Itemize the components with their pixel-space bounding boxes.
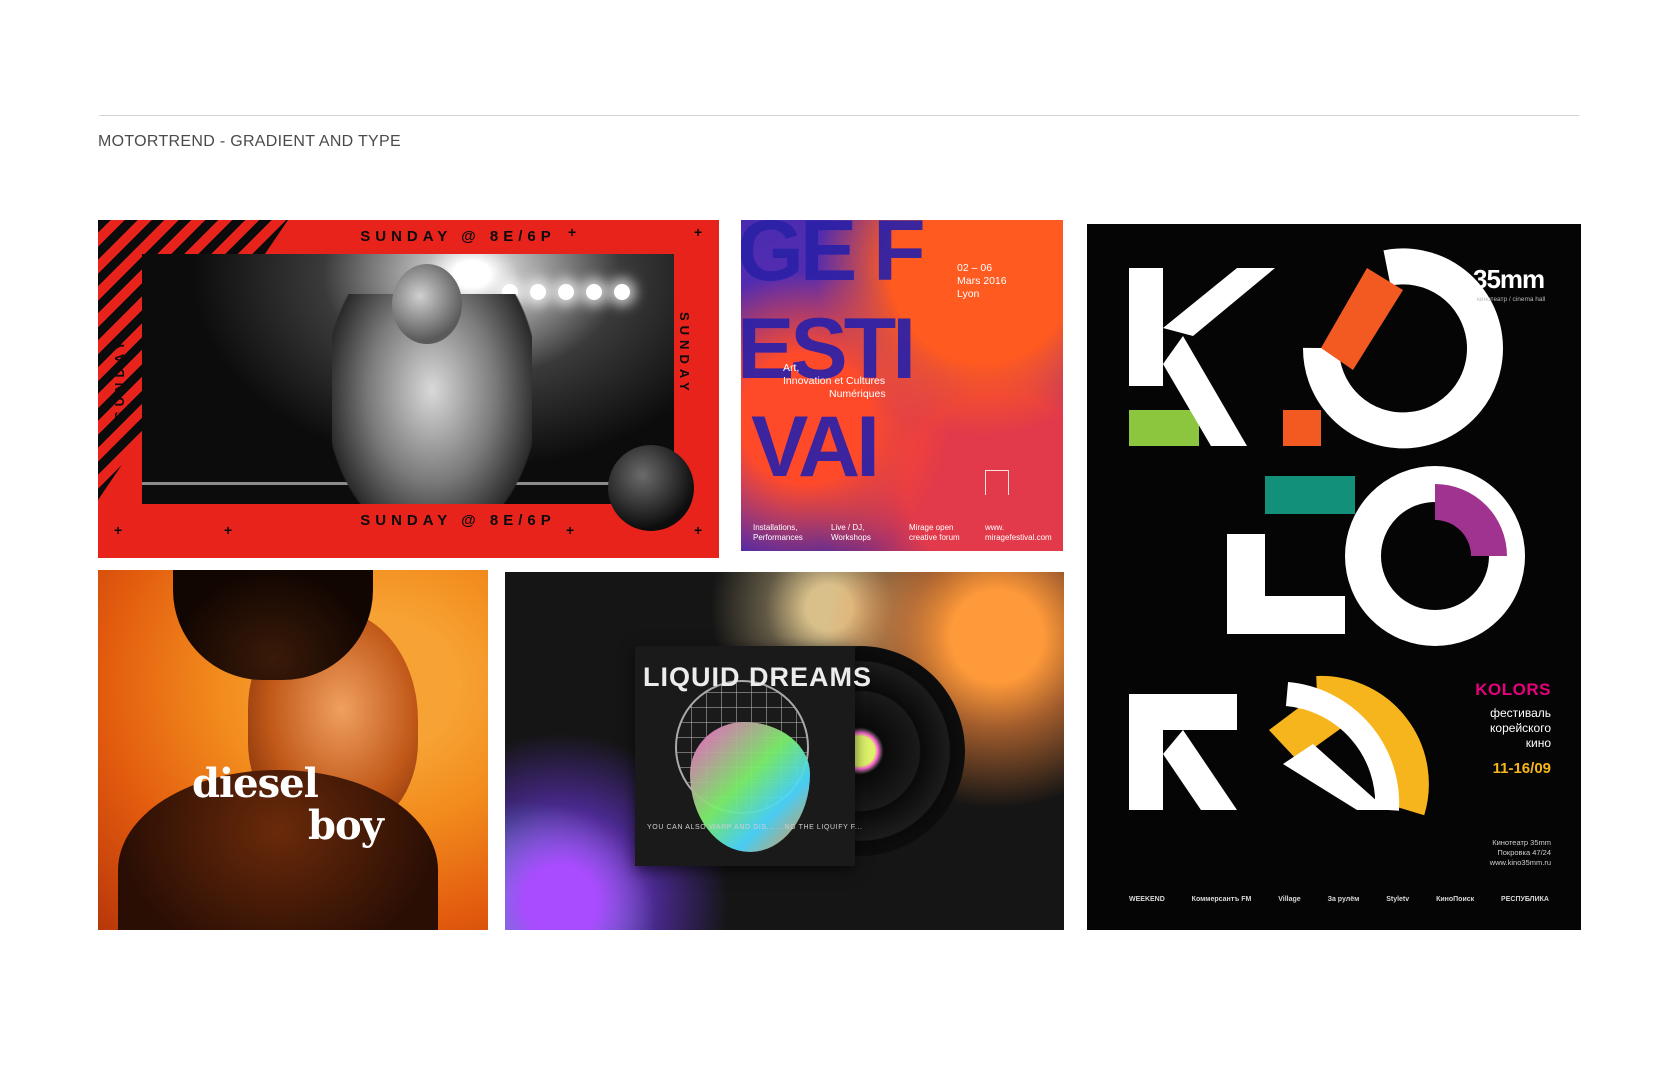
festival-m-logo: [985, 470, 1009, 495]
plus-mark: +: [114, 522, 123, 538]
liquid-dreams-mockup: LIQUID DREAMS YOU CAN ALSO WARP AND DIS.…: [505, 572, 1064, 930]
plus-mark: +: [224, 522, 233, 538]
sponsor-logo: РЕСПУБЛИКА: [1501, 896, 1549, 903]
kolors-description: фестиваль корейского кино: [1490, 706, 1551, 751]
plus-mark: +: [568, 224, 577, 240]
cinema-logo: 35mm: [1473, 264, 1545, 294]
festival-big-line-1: GE F: [741, 220, 926, 299]
boxing-poster: SUNDAY @ 8E/6P SUNDAY @ 8E/6P SUNDAY SUN…: [98, 220, 719, 558]
festival-tagline: Art, Innovation et Cultures Numériques: [783, 362, 886, 401]
festival-date: 02 – 06 Mars 2016 Lyon: [957, 262, 1007, 301]
dieselboy-poster: diesel boy: [98, 570, 488, 930]
diesel-word: diesel: [192, 760, 319, 807]
festival-col-line: Installations,: [753, 523, 798, 532]
kolors-desc-line: фестиваль: [1490, 706, 1551, 720]
festival-col-line: Performances: [753, 533, 803, 542]
boxing-bottom-band: SUNDAY @ 8E/6P: [360, 512, 556, 529]
festival-big-line-3: VAI: [751, 399, 880, 495]
festival-date-line: Mars 2016: [957, 275, 1007, 287]
festival-date-line: Lyon: [957, 288, 980, 300]
plus-mark: +: [694, 224, 703, 240]
kolors-brand: KOLORS: [1475, 680, 1551, 699]
boy-word: boy: [308, 802, 384, 849]
sponsor-strip: WEEKEND Коммерсантъ FM Village За рулём …: [1129, 896, 1549, 903]
festival-col-line: Live / DJ,: [831, 523, 865, 532]
sponsor-logo: WEEKEND: [1129, 896, 1165, 903]
boxing-vertical-right: SUNDAY: [677, 312, 692, 396]
festival-col-line: creative forum: [909, 533, 960, 542]
boxer-head: [392, 264, 462, 344]
festival-poster: GE F ESTI VAI 02 – 06 Mars 2016 Lyon Art…: [741, 220, 1063, 551]
festival-tagline-line: Innovation et Cultures: [783, 375, 886, 387]
boxer-photo: [142, 254, 674, 504]
kolors-letterforms: [1129, 248, 1525, 816]
kolors-address-line: Покровка 47/24: [1497, 848, 1551, 857]
kolors-address: Кинотеатр 35mm Покровка 47/24 www.kino35…: [1490, 838, 1551, 868]
sponsor-logo: Коммерсантъ FM: [1191, 896, 1252, 903]
kolors-address-line: www.kino35mm.ru: [1489, 858, 1551, 867]
festival-tagline-line: Art,: [783, 362, 800, 374]
kolors-dates: 11-16/09: [1492, 760, 1551, 777]
album-title: LIQUID DREAMS: [643, 662, 872, 692]
boxing-glove: [608, 445, 694, 531]
boxing-vertical-left: SUNDAY: [112, 336, 127, 420]
kolors-desc-line: кино: [1525, 736, 1551, 750]
festival-col-line: www.: [985, 523, 1005, 532]
sponsor-logo: За рулём: [1327, 896, 1360, 903]
kolors-poster: 35mm кинотеатр / cinema hall KOLORS фест…: [1087, 224, 1581, 930]
header-divider: [99, 115, 1579, 116]
sponsor-logo: Village: [1278, 896, 1301, 903]
kolors-address-line: Кинотеатр 35mm: [1492, 838, 1551, 847]
boxing-top-band: SUNDAY @ 8E/6P: [318, 220, 598, 254]
festival-col-line: Workshops: [831, 533, 871, 542]
page-title: MOTORTREND - GRADIENT AND TYPE: [98, 133, 401, 150]
festival-col-line: miragefestival.com: [985, 533, 1052, 542]
cinema-subtitle: кинотеатр / cinema hall: [1477, 296, 1546, 303]
festival-tagline-line: Numériques: [829, 388, 886, 400]
festival-col-4: www. miragefestival.com: [985, 523, 1052, 543]
festival-col-line: Mirage open: [909, 523, 954, 532]
plus-mark: +: [694, 522, 703, 538]
kolors-desc-line: корейского: [1490, 721, 1551, 735]
sponsor-logo: КиноПоиск: [1436, 896, 1475, 903]
festival-col-2: Live / DJ, Workshops: [831, 523, 871, 543]
festival-date-line: 02 – 06: [957, 262, 993, 274]
sponsor-logo: Styletv: [1386, 896, 1410, 903]
plus-mark: +: [566, 522, 575, 538]
festival-col-3: Mirage open creative forum: [909, 523, 960, 543]
festival-col-1: Installations, Performances: [753, 523, 803, 543]
album-tagline: YOU CAN ALSO WARP AND DIS... ...NG THE L…: [647, 824, 863, 831]
